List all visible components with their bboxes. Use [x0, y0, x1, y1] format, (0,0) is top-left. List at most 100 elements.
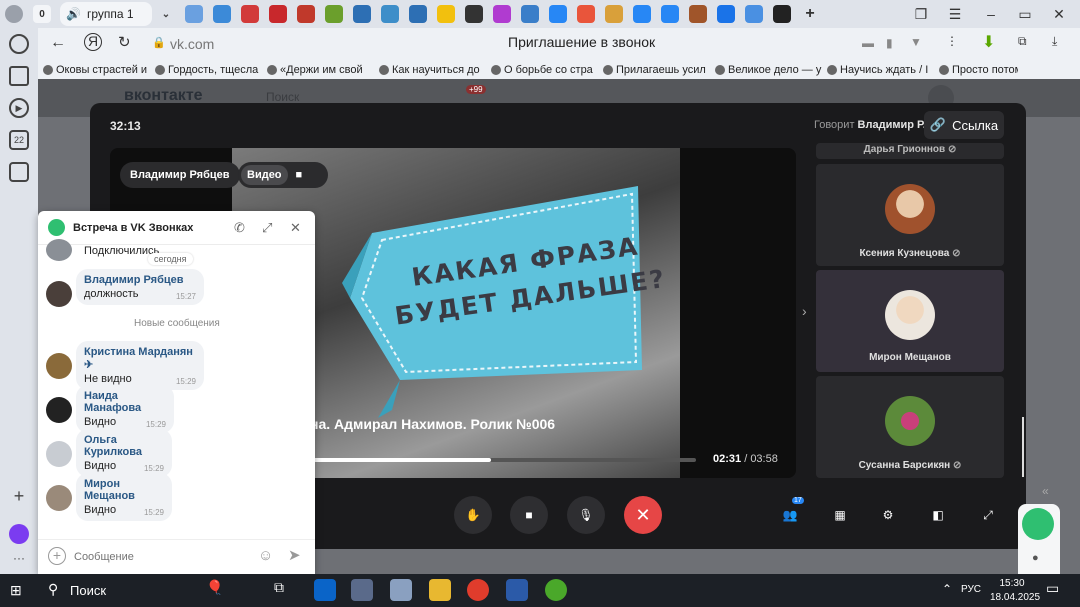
- participant-tile[interactable]: Дарья Грионнов ⊘: [816, 143, 1004, 159]
- participant-tile[interactable]: Мирон Мещанов: [816, 270, 1004, 372]
- tab-icon[interactable]: [241, 5, 259, 23]
- close-icon[interactable]: ✕: [1048, 4, 1070, 24]
- end-call-button[interactable]: ✕: [624, 496, 662, 534]
- tab-icon[interactable]: [437, 5, 455, 23]
- download-icon[interactable]: ⬇: [982, 32, 995, 52]
- camera-icon[interactable]: ■: [296, 169, 303, 181]
- back-icon[interactable]: ←: [50, 34, 66, 52]
- collections-icon[interactable]: [9, 66, 29, 86]
- tab-icon[interactable]: [521, 5, 539, 23]
- message-author[interactable]: Наида Манафова: [84, 390, 166, 414]
- bookmark[interactable]: Просто потому: [934, 64, 1018, 76]
- reader-icon[interactable]: ⧉: [1018, 34, 1027, 49]
- send-icon[interactable]: ➤: [288, 546, 301, 564]
- tab-icon[interactable]: [773, 5, 791, 23]
- scrollbar[interactable]: [1022, 417, 1024, 477]
- message-author[interactable]: Мирон Мещанов: [84, 478, 164, 502]
- video-tab-label[interactable]: Видео: [241, 165, 288, 185]
- yandex-browser-icon[interactable]: [467, 579, 489, 601]
- yandex-icon[interactable]: Я: [84, 33, 102, 51]
- vk-search[interactable]: Поиск: [266, 90, 299, 104]
- utorrent-icon[interactable]: [545, 579, 567, 601]
- tab-icon[interactable]: [269, 5, 287, 23]
- taskbar-search[interactable]: Поиск: [70, 583, 106, 598]
- participants-button[interactable]: 👥 17: [778, 497, 804, 527]
- fullscreen-button[interactable]: ⤢: [976, 503, 1000, 527]
- tab-icon[interactable]: [549, 5, 567, 23]
- calendar-icon[interactable]: 22: [9, 130, 29, 150]
- tab-icon[interactable]: [493, 5, 511, 23]
- participant-tile[interactable]: Сусанна Барсикян ⊘: [816, 376, 1004, 478]
- chevron-right-icon[interactable]: ›: [802, 303, 807, 319]
- active-tab[interactable]: 🔊 группа 1: [60, 2, 152, 26]
- tab-icon[interactable]: [745, 5, 763, 23]
- tab-icon[interactable]: [605, 5, 623, 23]
- notifications-icon[interactable]: ▭: [1046, 580, 1059, 597]
- downloads-icon[interactable]: ⤓: [1052, 34, 1057, 49]
- collapse-icon[interactable]: «: [1042, 484, 1049, 498]
- video-progress[interactable]: [310, 458, 696, 462]
- minimize-icon[interactable]: –: [980, 4, 1002, 24]
- tab-icon[interactable]: [717, 5, 735, 23]
- mic-icon[interactable]: ▮: [886, 36, 893, 50]
- bookmark[interactable]: Гордость, тщесла: [150, 64, 262, 76]
- bookmark[interactable]: Прилагаешь усил: [598, 64, 710, 76]
- maximize-icon[interactable]: ▭: [1014, 4, 1036, 24]
- tab-icon[interactable]: [465, 5, 483, 23]
- tab-icon[interactable]: [381, 5, 399, 23]
- chat-icon[interactable]: ●: [1032, 552, 1039, 564]
- attach-icon[interactable]: +: [48, 547, 66, 565]
- outlook-icon[interactable]: [314, 579, 336, 601]
- history-icon[interactable]: [9, 34, 29, 54]
- message-author[interactable]: Владимир Рябцев: [84, 274, 196, 286]
- participant-tile[interactable]: Ксения Кузнецова ⊘: [816, 164, 1004, 266]
- close-icon[interactable]: ✕: [290, 220, 301, 236]
- notifications-badge[interactable]: +99: [466, 85, 486, 94]
- screenshot-icon[interactable]: [9, 162, 29, 182]
- tab-icon[interactable]: [213, 5, 231, 23]
- settings-button[interactable]: ⚙: [876, 503, 900, 527]
- camera-button[interactable]: ■: [510, 496, 548, 534]
- raise-hand-button[interactable]: ✋: [454, 496, 492, 534]
- task-view-icon[interactable]: ⧉: [274, 579, 296, 601]
- app-icon[interactable]: [390, 579, 412, 601]
- tab-icon[interactable]: [577, 5, 595, 23]
- widget-button[interactable]: [1022, 508, 1054, 540]
- reload-icon[interactable]: ↻: [118, 33, 131, 51]
- link-button[interactable]: 🔗 Ссылка: [924, 111, 1004, 139]
- language-indicator[interactable]: РУС: [961, 584, 981, 595]
- chevron-down-icon[interactable]: ⌄: [157, 5, 175, 23]
- bookmark[interactable]: О борьбе со стра: [486, 64, 598, 76]
- bookmark[interactable]: Оковы страстей и: [38, 64, 150, 76]
- menu-icon[interactable]: ☰: [944, 4, 966, 24]
- bookmark[interactable]: Научись ждать / I: [822, 64, 934, 76]
- tab-icon[interactable]: [353, 5, 371, 23]
- windows-icon[interactable]: ⊞: [10, 582, 22, 599]
- tab-icon[interactable]: [633, 5, 651, 23]
- emoji-icon[interactable]: ☺: [258, 547, 273, 564]
- phone-icon[interactable]: ✆: [234, 220, 245, 236]
- message-author[interactable]: Ольга Курилкова: [84, 434, 164, 458]
- mic-button[interactable]: 🎙: [567, 496, 605, 534]
- video-toggle[interactable]: Видео ■: [238, 162, 328, 188]
- bookmark[interactable]: «Держи им свой: [262, 64, 374, 76]
- add-icon[interactable]: +: [9, 487, 29, 508]
- play-icon[interactable]: ▶: [9, 98, 29, 118]
- profile-icon[interactable]: [5, 5, 23, 23]
- tabs-manager-icon[interactable]: ❐: [910, 4, 932, 24]
- tab-counter[interactable]: 0: [33, 5, 51, 23]
- expand-icon[interactable]: ⤢: [262, 220, 272, 236]
- clock[interactable]: 15:30 18.04.2025: [990, 577, 1040, 605]
- tab-icon[interactable]: [409, 5, 427, 23]
- bookmark[interactable]: Великое дело — у: [710, 64, 822, 76]
- alice-icon[interactable]: [9, 524, 29, 544]
- more-icon[interactable]: ···: [9, 550, 29, 570]
- tab-icon[interactable]: [297, 5, 315, 23]
- tab-icon[interactable]: [325, 5, 343, 23]
- pip-button[interactable]: ◧: [926, 503, 950, 527]
- explorer-icon[interactable]: [429, 579, 451, 601]
- search-icon[interactable]: ⚲: [48, 581, 58, 598]
- tab-icon[interactable]: [185, 5, 203, 23]
- new-tab-icon[interactable]: +: [801, 5, 819, 23]
- tab-icon[interactable]: [689, 5, 707, 23]
